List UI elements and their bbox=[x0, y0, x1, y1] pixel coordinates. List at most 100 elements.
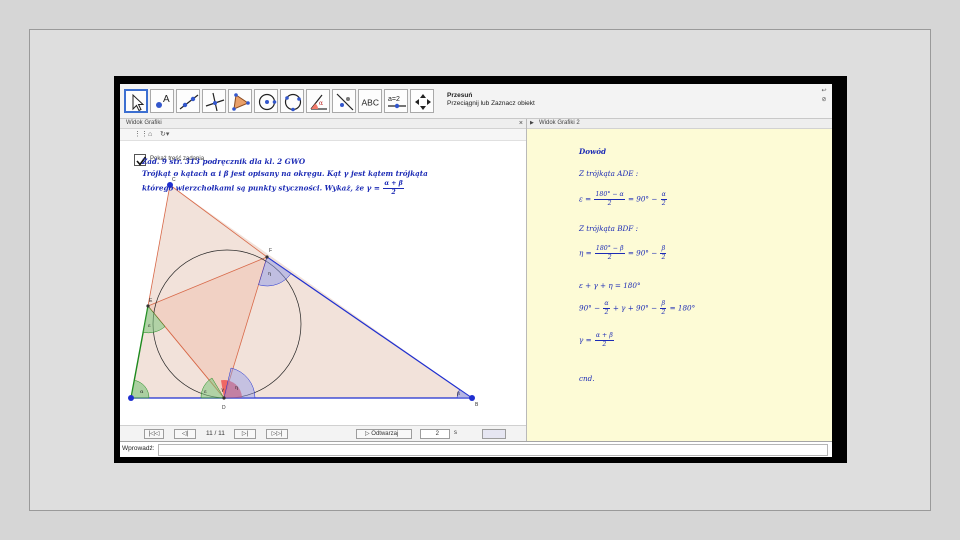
point-e[interactable] bbox=[146, 304, 150, 308]
next-step-button[interactable]: ▷| bbox=[234, 429, 256, 439]
eq4-c: = 180° bbox=[669, 303, 696, 313]
slider-tool[interactable]: a=2 bbox=[384, 89, 408, 113]
close-view-icon[interactable]: × bbox=[519, 119, 523, 128]
point-a[interactable] bbox=[128, 395, 134, 401]
polygon-tool[interactable] bbox=[228, 89, 252, 113]
perpendicular-tool[interactable] bbox=[202, 89, 226, 113]
last-step-button[interactable]: ▷▷| bbox=[266, 429, 288, 439]
eq4-frac1: α2 bbox=[603, 300, 610, 317]
circle-tool[interactable] bbox=[254, 89, 278, 113]
move-view-tool[interactable] bbox=[410, 89, 434, 113]
first-step-button[interactable]: |◁◁ bbox=[144, 429, 164, 439]
text-abc-icon: ABC bbox=[362, 98, 379, 108]
eq2-den2: 2 bbox=[661, 254, 666, 261]
triangle-ade-heading: Z trójkąta ADE : bbox=[579, 169, 639, 178]
help-icon[interactable]: ⊘ bbox=[818, 96, 830, 105]
tool-hint: Przesuń Przeciągnij lub Zaznacz obiekt bbox=[447, 92, 535, 108]
point-b-label: B bbox=[475, 402, 479, 408]
grid-icon[interactable]: ⋮⋮ bbox=[134, 129, 148, 140]
eq1-num2: α bbox=[660, 191, 667, 200]
label-gamma: γ bbox=[221, 387, 224, 393]
play-button[interactable]: ▷ Odtwarzaj bbox=[356, 429, 412, 439]
eq4-num1: α bbox=[603, 300, 610, 309]
eq2-mid: = 90° − bbox=[627, 248, 658, 258]
svg-text:a=2: a=2 bbox=[388, 96, 400, 103]
reflect-line-icon bbox=[336, 93, 354, 111]
eq4-den1: 2 bbox=[604, 309, 609, 316]
eq1-frac2: α2 bbox=[660, 191, 667, 208]
angle-tool[interactable]: α bbox=[306, 89, 330, 113]
slider-a2-icon: a=2 bbox=[388, 96, 406, 109]
label-eps-at-e: ε bbox=[148, 323, 151, 329]
label-eta-at-f: η bbox=[268, 271, 271, 277]
problem-statement-2-text: którego wierzchołkami są punkty stycznoś… bbox=[142, 183, 380, 193]
toolbar: A α ABC a=2 Przesuń Przeciągnij lub Zazn… bbox=[120, 84, 832, 119]
input-bar: Wprowadź: bbox=[120, 441, 832, 457]
arrow-cursor-icon bbox=[132, 93, 145, 112]
graphics-view-2[interactable]: Dowód Z trójkąta ADE : ε = 180° − α2 = 9… bbox=[527, 129, 832, 441]
move-tool[interactable] bbox=[124, 89, 148, 113]
graphics-view-header: Widok Grafiki × bbox=[120, 119, 526, 129]
play-label: Odtwarzaj bbox=[371, 431, 399, 437]
eq5-frac: α + β2 bbox=[594, 332, 614, 349]
point-tool[interactable]: A bbox=[150, 89, 174, 113]
eq2-den: 2 bbox=[607, 254, 612, 261]
speed-unit: s bbox=[454, 430, 457, 436]
speed-stepper[interactable]: 2 bbox=[420, 429, 450, 439]
eq4-den2: 2 bbox=[661, 309, 666, 316]
graphics-view-2-header: ▶ Widok Grafiki 2 bbox=[527, 119, 832, 129]
text-tool[interactable]: ABC bbox=[358, 89, 382, 113]
graphics-view-2-title: Widok Grafiki 2 bbox=[539, 120, 580, 126]
eq4-frac2: β2 bbox=[660, 300, 667, 317]
point-f-label: F bbox=[269, 248, 272, 254]
point-b[interactable] bbox=[469, 395, 475, 401]
circle-three-points-icon bbox=[284, 93, 302, 112]
style-bar: ⋮⋮ ⌂ ↻▾ bbox=[120, 129, 526, 141]
construction-protocol-button[interactable] bbox=[482, 429, 506, 439]
eq5-lhs: γ = bbox=[579, 335, 592, 345]
eq1-den2: 2 bbox=[661, 200, 666, 207]
point-d[interactable] bbox=[222, 396, 226, 400]
collapse-arrow-icon[interactable]: ▶ bbox=[530, 119, 534, 128]
label-beta: β bbox=[457, 391, 460, 397]
problem-statement-1: Trójkąt o kątach α i β jest opisany na o… bbox=[142, 169, 428, 178]
input-bar-label: Wprowadź: bbox=[122, 445, 155, 452]
svg-text:α: α bbox=[319, 100, 323, 107]
eq2-frac1: 180° − β2 bbox=[594, 245, 625, 262]
circle-three-points-tool[interactable] bbox=[280, 89, 304, 113]
triangle-bdf-heading: Z trójkąta BDF : bbox=[579, 224, 638, 233]
line-through-points-icon bbox=[179, 94, 199, 110]
eq1-den: 2 bbox=[607, 200, 612, 207]
point-f[interactable] bbox=[265, 255, 269, 259]
label-eta: η bbox=[235, 385, 238, 391]
reflect-tool[interactable] bbox=[332, 89, 356, 113]
eq1-mid: = 90° − bbox=[627, 194, 658, 204]
input-field[interactable] bbox=[158, 444, 828, 456]
speed-value: 2 bbox=[435, 431, 439, 437]
home-icon[interactable]: ⌂ bbox=[148, 129, 152, 140]
construction-navigation-bar: |◁◁ ◁| 11 / 11 ▷| ▷▷| ▷ Odtwarzaj 2 s bbox=[120, 425, 526, 442]
equation-angle-sum: ε + γ + η = 180° bbox=[579, 281, 641, 290]
previous-step-button[interactable]: ◁| bbox=[174, 429, 196, 439]
equation-result: γ = α + β2 bbox=[579, 332, 615, 349]
tool-hint-description: Przeciągnij lub Zaznacz obiekt bbox=[447, 100, 535, 107]
graphics-view-title: Widok Grafiki bbox=[126, 120, 162, 126]
label-eps: ε bbox=[204, 389, 207, 395]
move-graphics-view-icon bbox=[415, 94, 431, 110]
eq1-num: 180° − α bbox=[594, 191, 625, 200]
eq2-lhs: η = bbox=[579, 248, 592, 258]
eq2-frac2: β2 bbox=[660, 245, 667, 262]
problem-statement-2: którego wierzchołkami są punkty stycznoś… bbox=[142, 180, 522, 197]
step-counter: 11 / 11 bbox=[206, 430, 225, 437]
proof-heading: Dowód bbox=[579, 147, 607, 156]
triangle-abc-fill bbox=[131, 185, 472, 398]
geogebra-window: A α ABC a=2 Przesuń Przeciągnij lub Zazn… bbox=[120, 84, 832, 457]
svg-text:ABC: ABC bbox=[362, 98, 379, 108]
refresh-icon[interactable]: ↻▾ bbox=[160, 129, 169, 140]
undo-icon[interactable]: ↩ bbox=[818, 87, 830, 96]
circle-center-icon bbox=[258, 93, 277, 111]
line-tool[interactable] bbox=[176, 89, 200, 113]
perpendicular-line-icon bbox=[205, 92, 225, 112]
problem-fraction: α + β 2 bbox=[383, 180, 404, 197]
problem-fraction-num: α + β bbox=[383, 180, 404, 189]
